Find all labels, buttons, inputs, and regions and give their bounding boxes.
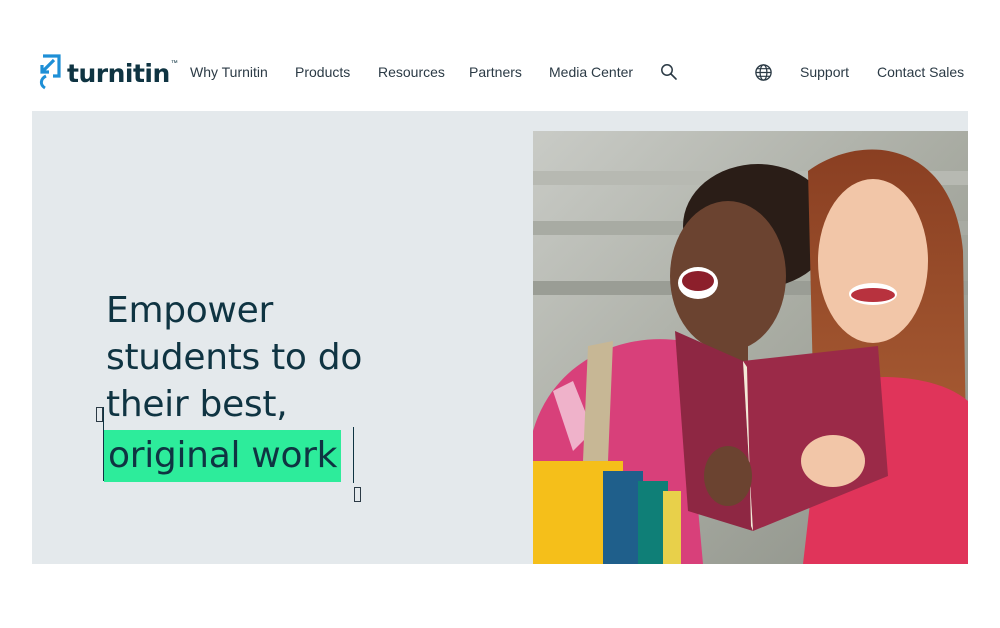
search-icon[interactable] bbox=[660, 63, 680, 83]
nav-products[interactable]: Products bbox=[295, 64, 350, 80]
hero-headline: Empower students to do their best, origi… bbox=[104, 287, 363, 482]
turnitin-logo[interactable]: turnitin ™ bbox=[37, 54, 178, 92]
nav-media-center[interactable]: Media Center bbox=[549, 64, 633, 80]
text-selection-end bbox=[353, 427, 354, 483]
headline-highlight: original work bbox=[104, 430, 342, 482]
contact-sales-link[interactable]: Contact Sales bbox=[877, 64, 964, 80]
headline-line-3: their best, bbox=[106, 384, 288, 425]
support-link[interactable]: Support bbox=[800, 64, 849, 80]
turnitin-logo-mark-icon bbox=[37, 54, 63, 92]
selection-handle-end[interactable] bbox=[354, 487, 361, 502]
hero-banner: Empower students to do their best, origi… bbox=[32, 111, 968, 564]
text-selection-start bbox=[103, 407, 104, 481]
selection-handle-start[interactable] bbox=[96, 407, 103, 422]
nav-why-turnitin[interactable]: Why Turnitin bbox=[190, 64, 268, 80]
nav-resources[interactable]: Resources bbox=[378, 64, 445, 80]
site-header: turnitin ™ Why Turnitin Products Resourc… bbox=[0, 0, 1000, 112]
hero-photo bbox=[533, 131, 968, 564]
logo-text: turnitin bbox=[67, 58, 170, 88]
logo-trademark: ™ bbox=[170, 59, 178, 67]
headline-line-1: Empower bbox=[106, 290, 273, 331]
headline-line-2: students to do bbox=[106, 337, 363, 378]
globe-icon[interactable] bbox=[754, 63, 774, 83]
nav-partners[interactable]: Partners bbox=[469, 64, 522, 80]
